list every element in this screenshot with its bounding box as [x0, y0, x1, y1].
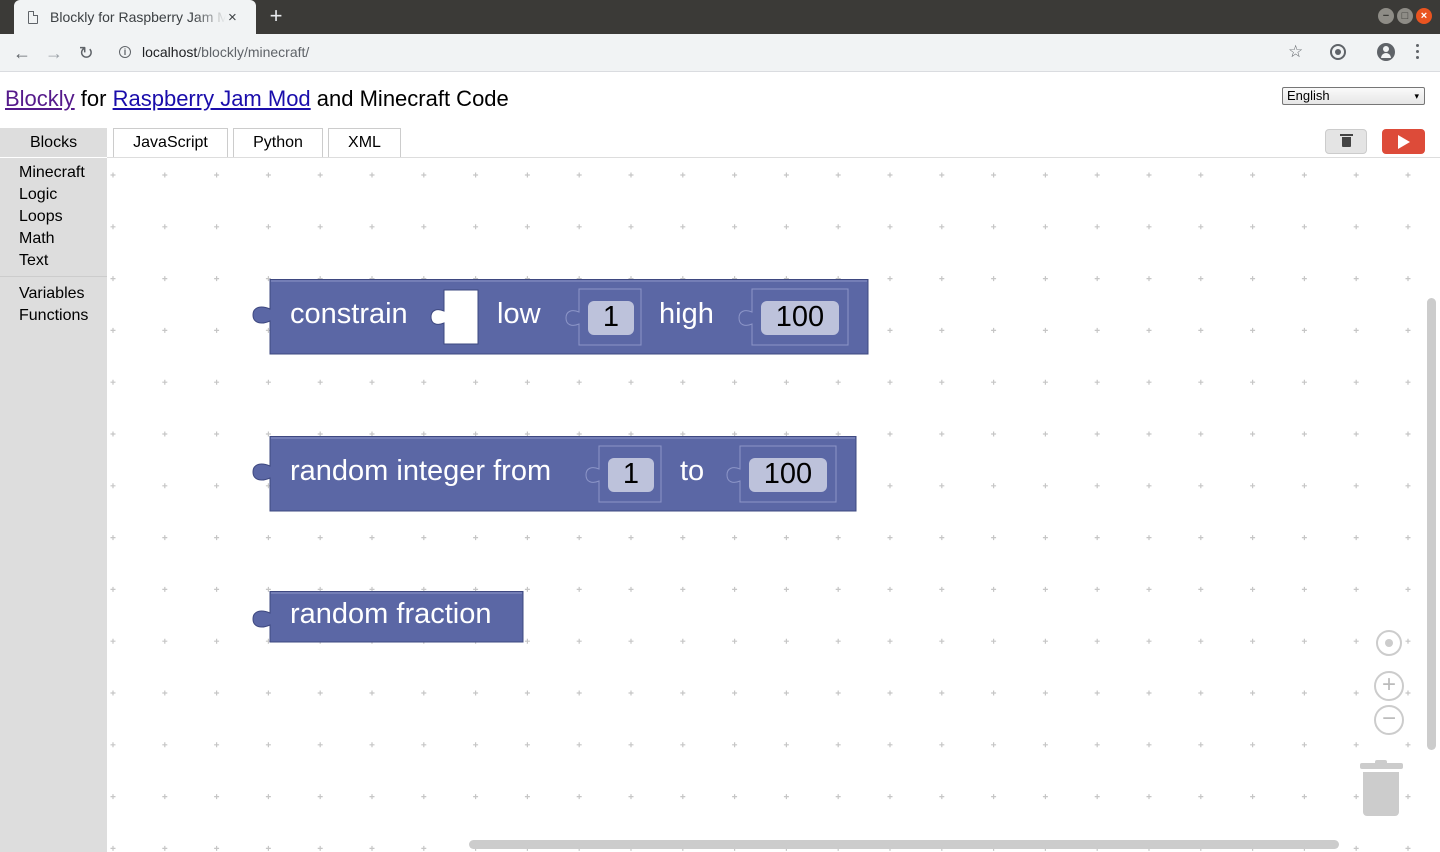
toolbox-item-loops[interactable]: Loops	[19, 208, 63, 226]
random-fraction-block[interactable]: random fraction	[251, 591, 531, 643]
toolbox-item-variables[interactable]: Variables	[19, 285, 85, 303]
forward-button[interactable]: →	[42, 41, 66, 65]
blockly-link[interactable]: Blockly	[5, 86, 75, 111]
tab-title: Blockly for Raspberry Jam Mod	[50, 9, 226, 25]
browser-menu-icon[interactable]	[1416, 44, 1420, 62]
browser-toolbar: ← → ↻ i localhost/blockly/minecraft/	[0, 34, 1440, 72]
toolbox-item-logic[interactable]: Logic	[19, 186, 57, 204]
trash-lid-icon	[1340, 134, 1353, 136]
url-path: /blockly/minecraft/	[197, 44, 310, 60]
random-fraction-label: random fraction	[290, 598, 492, 630]
tab-close-icon[interactable]: ×	[228, 9, 237, 26]
language-select[interactable]: English ▾	[1282, 87, 1425, 105]
title-rest-text: and Minecraft Code	[310, 86, 509, 111]
random-integer-label: random integer from	[290, 455, 552, 487]
new-tab-button[interactable]: +	[264, 4, 288, 28]
chevron-down-icon: ▾	[1414, 91, 1419, 101]
constrain-block[interactable]: constrain low 1 high 100	[251, 279, 871, 355]
to-value-field[interactable]: 100	[749, 458, 827, 491]
page-title: Blockly for Raspberry Jam Mod and Minecr…	[5, 86, 509, 112]
address-bar[interactable]: i localhost/blockly/minecraft/	[108, 38, 1328, 68]
toolbox: Minecraft Logic Loops Math Text Variable…	[0, 158, 107, 852]
browser-titlebar: Blockly for Raspberry Jam Mod × + − □ ×	[0, 0, 1440, 34]
zoom-in-button[interactable]: +	[1374, 671, 1404, 701]
random-integer-block[interactable]: random integer from 1 to 100	[251, 436, 861, 512]
url-host: localhost	[142, 44, 198, 60]
horizontal-scrollbar[interactable]	[469, 840, 1339, 849]
toolbox-item-text[interactable]: Text	[19, 252, 48, 270]
reload-button[interactable]: ↻	[74, 41, 98, 65]
toolbox-item-functions[interactable]: Functions	[19, 307, 88, 325]
workspace-trash-icon[interactable]	[1363, 772, 1399, 816]
tab-blocks[interactable]: Blocks	[0, 128, 107, 157]
run-button[interactable]	[1382, 129, 1425, 154]
account-icon[interactable]	[1377, 43, 1395, 61]
vertical-scrollbar[interactable]	[1427, 298, 1436, 750]
zoom-out-button[interactable]: −	[1374, 705, 1404, 735]
workspace-trash-lid-icon	[1360, 760, 1403, 769]
high-label: high	[659, 298, 714, 330]
tab-python[interactable]: Python	[233, 128, 323, 157]
raspberry-jam-mod-link[interactable]: Raspberry Jam Mod	[113, 86, 311, 111]
language-selected: English	[1287, 88, 1330, 103]
back-button[interactable]: ←	[10, 41, 34, 65]
url-text[interactable]: localhost/blockly/minecraft/	[142, 44, 309, 60]
from-value-field[interactable]: 1	[608, 458, 654, 491]
to-label: to	[680, 455, 705, 487]
maximize-button[interactable]: □	[1397, 8, 1413, 24]
minimize-button[interactable]: −	[1378, 8, 1394, 24]
high-value-field[interactable]: 100	[761, 301, 839, 334]
tab-xml[interactable]: XML	[328, 128, 401, 157]
browser-tab[interactable]: Blockly for Raspberry Jam Mod ×	[14, 0, 256, 34]
trash-button[interactable]	[1325, 129, 1367, 154]
toolbox-item-math[interactable]: Math	[19, 230, 55, 248]
info-icon[interactable]: i	[119, 46, 131, 58]
window-controls: − □ ×	[1378, 8, 1432, 24]
extension-icon[interactable]	[1330, 44, 1346, 60]
bookmark-star-icon[interactable]: ☆	[1288, 42, 1303, 62]
low-label: low	[497, 298, 541, 330]
document-icon	[28, 10, 38, 24]
toolbox-separator	[0, 276, 107, 277]
close-window-button[interactable]: ×	[1416, 8, 1432, 24]
tab-javascript[interactable]: JavaScript	[113, 128, 228, 157]
toolbox-item-minecraft[interactable]: Minecraft	[19, 164, 85, 182]
low-value-field[interactable]: 1	[588, 301, 634, 334]
title-for-text: for	[74, 86, 113, 111]
zoom-reset-icon[interactable]	[1376, 630, 1402, 656]
blockly-workspace[interactable]: constrain low 1 high 100 random integer …	[107, 158, 1440, 852]
trash-icon	[1342, 137, 1351, 147]
constrain-label: constrain	[290, 298, 408, 330]
